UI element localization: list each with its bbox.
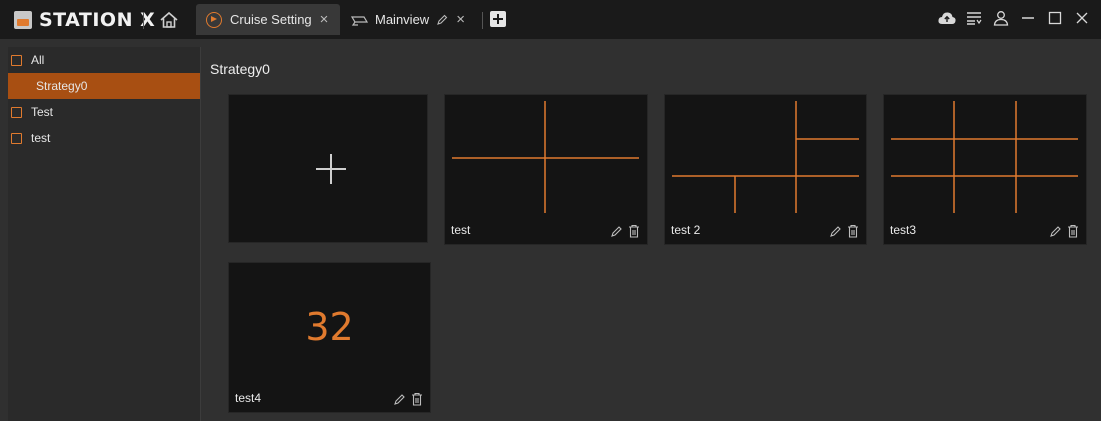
tab-label: Cruise Setting xyxy=(230,12,312,27)
layout-card[interactable]: test xyxy=(445,95,647,244)
title-separator xyxy=(143,12,144,29)
layout-preview xyxy=(452,101,639,213)
layout-count: 32 xyxy=(305,305,354,349)
checkbox[interactable] xyxy=(11,106,22,118)
title-bar: STATION X Cruise Setting × Mainview × xyxy=(0,0,1101,39)
checkbox[interactable] xyxy=(11,132,22,144)
edit-icon[interactable] xyxy=(436,14,448,26)
cloud-upload-icon[interactable] xyxy=(938,9,956,27)
sidebar-item-strategy0[interactable]: Strategy0 xyxy=(8,73,200,99)
layout-preview xyxy=(891,101,1078,213)
camera-icon xyxy=(351,15,369,26)
tab-label: Mainview xyxy=(375,12,430,27)
layout-preview xyxy=(672,101,859,213)
checkbox[interactable] xyxy=(11,54,22,66)
edit-icon[interactable] xyxy=(393,393,406,406)
layout-card[interactable]: 32 test4 xyxy=(229,263,430,412)
add-layout-card[interactable] xyxy=(229,95,427,242)
tab-close-button[interactable]: × xyxy=(320,11,329,28)
delete-icon[interactable] xyxy=(1067,224,1079,238)
window-controls xyxy=(929,9,1091,27)
app-window: STATION X Cruise Setting × Mainview × Al… xyxy=(0,0,1101,421)
home-icon[interactable] xyxy=(158,10,180,30)
layout-card[interactable]: test3 xyxy=(884,95,1086,244)
tab-close-button[interactable]: × xyxy=(456,11,465,28)
card-name: test 2 xyxy=(671,223,701,237)
minimize-icon[interactable] xyxy=(1019,9,1037,27)
layout-card[interactable]: test 2 xyxy=(665,95,866,244)
app-logo: STATION X xyxy=(14,9,156,31)
sidebar-item-label: test xyxy=(31,131,51,145)
strategy-sidebar: All Strategy0 Test test xyxy=(8,47,200,421)
title-separator xyxy=(482,12,483,29)
close-icon[interactable] xyxy=(1073,9,1091,27)
edit-icon[interactable] xyxy=(829,225,842,238)
tab-cruise-setting[interactable]: Cruise Setting × xyxy=(196,4,340,35)
sidebar-item-all[interactable]: All xyxy=(8,47,200,73)
edit-icon[interactable] xyxy=(1049,225,1062,238)
sidebar-item-label: All xyxy=(31,53,45,67)
logo-icon xyxy=(14,11,32,29)
delete-icon[interactable] xyxy=(411,392,423,406)
app-name: STATION X xyxy=(39,9,156,31)
page-title: Strategy0 xyxy=(210,61,270,77)
card-name: test3 xyxy=(890,223,917,237)
card-name: test xyxy=(451,223,471,237)
user-icon[interactable] xyxy=(992,9,1010,27)
task-list-icon[interactable] xyxy=(965,9,983,27)
play-circle-icon xyxy=(206,11,222,28)
sidebar-item-test-lower[interactable]: test xyxy=(8,125,200,151)
tab-mainview[interactable]: Mainview × xyxy=(345,4,480,35)
sidebar-item-label: Test xyxy=(31,105,54,119)
plus-icon xyxy=(316,154,346,184)
add-tab-button[interactable] xyxy=(490,11,506,27)
card-actions xyxy=(1044,224,1079,238)
card-name: test4 xyxy=(235,391,262,405)
delete-icon[interactable] xyxy=(628,224,640,238)
sidebar-divider xyxy=(200,47,201,421)
edit-icon[interactable] xyxy=(610,225,623,238)
sidebar-item-test[interactable]: Test xyxy=(8,99,200,125)
delete-icon[interactable] xyxy=(847,224,859,238)
card-actions xyxy=(824,224,859,238)
sidebar-item-label: Strategy0 xyxy=(36,79,88,93)
card-actions xyxy=(605,224,640,238)
maximize-icon[interactable] xyxy=(1046,9,1064,27)
card-actions xyxy=(388,392,423,406)
